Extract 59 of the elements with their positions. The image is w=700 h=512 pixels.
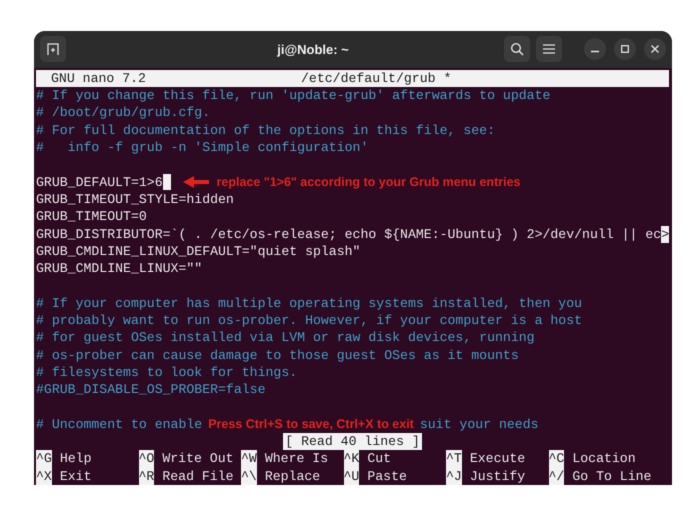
close-icon [651,45,659,54]
code-line: GRUB_TIMEOUT=0 [36,208,147,226]
new-tab-button[interactable] [40,36,66,62]
maximize-button[interactable] [614,38,636,60]
comment-line: # probably want to run os-prober. However, if your computer is a host [36,312,582,330]
menu-icon [543,44,555,54]
window-title: ji@Noble: ~ [276,42,350,57]
comment-line: # Uncomment to enable [36,416,202,434]
comment-line: # os-prober can cause damage to those guest OSes as it mounts [36,346,519,364]
shortcut-key: ^\ [241,468,257,485]
comment-line: #GRUB_DISABLE_OS_PROBER=false [36,381,266,399]
comment-line: # For full documentation of the options in this file, see: [36,122,495,140]
overflow-marker: > [661,226,670,243]
maximize-icon [621,45,629,54]
comment-line: # /boot/grub/grub.cfg. [36,104,210,122]
search-button[interactable] [504,36,530,62]
shortcut-key: ^G [36,450,52,468]
shortcut-key: ^C [548,450,564,468]
code-line: GRUB_CMDLINE_LINUX_DEFAULT="quiet splash" [36,242,360,260]
menu-button[interactable] [536,36,562,62]
shortcut-label: Cut [367,450,392,468]
shortcut-label: Justify [470,468,526,485]
shortcut-label: Where Is [264,450,328,468]
shortcut-key: ^R [138,468,154,485]
shortcut-label: Location [572,450,636,468]
shortcut-label: Write Out [162,450,234,468]
status-message: [ Read 40 lines ] [283,433,422,450]
annotation-text: replace "1>6" according to your Grub menu entries [216,174,522,191]
comment-line: # for guest OSes installed via LVM or raw disk devices, running [36,329,535,347]
shortcut-key: ^X [36,468,52,485]
shortcut-key: ^O [138,450,154,468]
comment-line: # filesystems to look for things. [36,364,298,382]
shortcut-label: Replace [264,468,320,485]
code-line: GRUB_DEFAULT=1>6 [36,174,163,191]
code-line: GRUB_TIMEOUT_STYLE=hidden [36,190,234,208]
comment-line: # If your computer has multiple operating systems installed, then you [36,294,582,312]
shortcut-label: Execute [470,450,526,468]
shortcut-key: ^T [446,450,462,468]
shortcut-label: Help [60,450,92,468]
shortcut-label: Read File [162,468,234,485]
editor-version: GNU nano 7.2 [50,70,147,88]
minimize-button[interactable] [584,38,606,60]
shortcut-label: Go To Line [572,468,652,485]
search-icon [510,42,524,56]
code-line: GRUB_DISTRIBUTOR=`( . /etc/os-release; echo ${NAME:-Ubuntu} ) 2>/dev/null || ec [36,226,662,243]
file-name: /etc/default/grub * [301,70,452,88]
shortcut-key: ^/ [548,468,564,485]
shortcut-label: Paste [367,468,407,485]
close-button[interactable] [644,38,666,60]
code-line: GRUB_CMDLINE_LINUX="" [36,260,202,278]
annotation-text: Press Ctrl+S to save, Ctrl+X to exit [207,416,415,433]
shortcut-key: ^W [241,450,257,468]
shortcut-key: ^U [344,468,360,485]
comment-text: suit your needs [420,416,539,434]
shortcut-key: ^J [446,468,462,485]
shortcut-label: Exit [60,468,92,485]
comment-line: # If you change this file, run 'update-grub' afterwards to update [36,87,550,104]
new-tab-icon [46,42,60,56]
comment-line: # info -f grub -n 'Simple configuration' [36,139,368,156]
